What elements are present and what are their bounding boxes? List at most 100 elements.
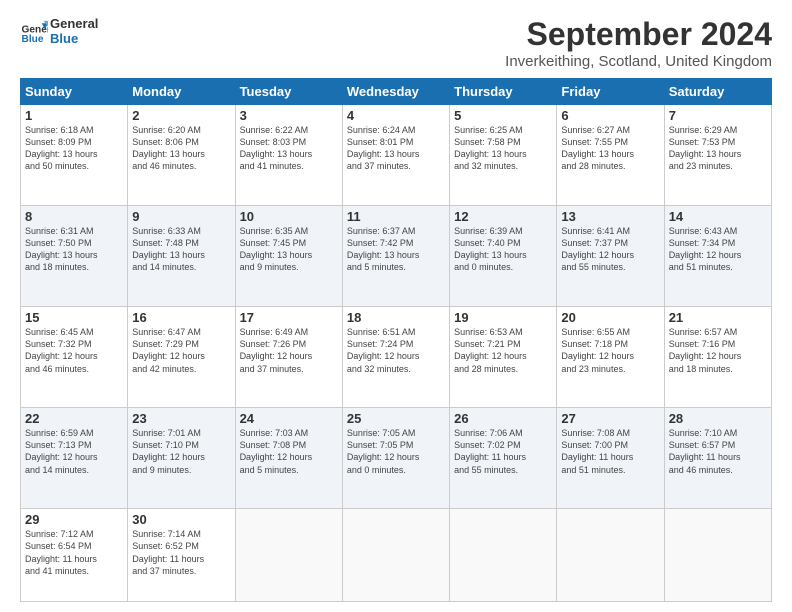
- subtitle: Inverkeithing, Scotland, United Kingdom: [505, 53, 772, 70]
- day-number: 7: [669, 108, 767, 123]
- main-title: September 2024: [505, 16, 772, 53]
- day-number: 23: [132, 411, 230, 426]
- day-info: Sunrise: 6:57 AM Sunset: 7:16 PM Dayligh…: [669, 326, 767, 375]
- day-info: Sunrise: 6:37 AM Sunset: 7:42 PM Dayligh…: [347, 225, 445, 274]
- day-info: Sunrise: 6:47 AM Sunset: 7:29 PM Dayligh…: [132, 326, 230, 375]
- day-info: Sunrise: 6:35 AM Sunset: 7:45 PM Dayligh…: [240, 225, 338, 274]
- calendar-cell: 4Sunrise: 6:24 AM Sunset: 8:01 PM Daylig…: [342, 105, 449, 206]
- day-number: 19: [454, 310, 552, 325]
- logo: General Blue General Blue: [20, 16, 98, 46]
- calendar-cell: [557, 509, 664, 602]
- calendar-cell: [342, 509, 449, 602]
- day-info: Sunrise: 7:03 AM Sunset: 7:08 PM Dayligh…: [240, 427, 338, 476]
- day-info: Sunrise: 7:08 AM Sunset: 7:00 PM Dayligh…: [561, 427, 659, 476]
- day-number: 27: [561, 411, 659, 426]
- calendar-cell: 1Sunrise: 6:18 AM Sunset: 8:09 PM Daylig…: [21, 105, 128, 206]
- calendar-cell: 17Sunrise: 6:49 AM Sunset: 7:26 PM Dayli…: [235, 307, 342, 408]
- calendar-cell: 25Sunrise: 7:05 AM Sunset: 7:05 PM Dayli…: [342, 408, 449, 509]
- day-number: 8: [25, 209, 123, 224]
- calendar-cell: 10Sunrise: 6:35 AM Sunset: 7:45 PM Dayli…: [235, 206, 342, 307]
- day-info: Sunrise: 6:43 AM Sunset: 7:34 PM Dayligh…: [669, 225, 767, 274]
- day-number: 24: [240, 411, 338, 426]
- calendar-table: SundayMondayTuesdayWednesdayThursdayFrid…: [20, 78, 772, 602]
- day-info: Sunrise: 6:41 AM Sunset: 7:37 PM Dayligh…: [561, 225, 659, 274]
- day-info: Sunrise: 6:27 AM Sunset: 7:55 PM Dayligh…: [561, 124, 659, 173]
- day-info: Sunrise: 6:33 AM Sunset: 7:48 PM Dayligh…: [132, 225, 230, 274]
- day-info: Sunrise: 6:55 AM Sunset: 7:18 PM Dayligh…: [561, 326, 659, 375]
- weekday-header-monday: Monday: [128, 79, 235, 105]
- day-number: 17: [240, 310, 338, 325]
- logo-icon: General Blue: [20, 17, 48, 45]
- day-number: 20: [561, 310, 659, 325]
- calendar-cell: 20Sunrise: 6:55 AM Sunset: 7:18 PM Dayli…: [557, 307, 664, 408]
- calendar-cell: 27Sunrise: 7:08 AM Sunset: 7:00 PM Dayli…: [557, 408, 664, 509]
- day-info: Sunrise: 7:05 AM Sunset: 7:05 PM Dayligh…: [347, 427, 445, 476]
- day-number: 15: [25, 310, 123, 325]
- calendar-cell: 14Sunrise: 6:43 AM Sunset: 7:34 PM Dayli…: [664, 206, 771, 307]
- day-number: 9: [132, 209, 230, 224]
- day-number: 4: [347, 108, 445, 123]
- weekday-header-saturday: Saturday: [664, 79, 771, 105]
- day-info: Sunrise: 6:39 AM Sunset: 7:40 PM Dayligh…: [454, 225, 552, 274]
- page: General Blue General Blue September 2024…: [0, 0, 792, 612]
- day-number: 16: [132, 310, 230, 325]
- day-info: Sunrise: 7:14 AM Sunset: 6:52 PM Dayligh…: [132, 528, 230, 577]
- calendar-cell: 28Sunrise: 7:10 AM Sunset: 6:57 PM Dayli…: [664, 408, 771, 509]
- day-number: 18: [347, 310, 445, 325]
- day-info: Sunrise: 7:06 AM Sunset: 7:02 PM Dayligh…: [454, 427, 552, 476]
- calendar-cell: 29Sunrise: 7:12 AM Sunset: 6:54 PM Dayli…: [21, 509, 128, 602]
- calendar-cell: 11Sunrise: 6:37 AM Sunset: 7:42 PM Dayli…: [342, 206, 449, 307]
- calendar-cell: 13Sunrise: 6:41 AM Sunset: 7:37 PM Dayli…: [557, 206, 664, 307]
- calendar-cell: 18Sunrise: 6:51 AM Sunset: 7:24 PM Dayli…: [342, 307, 449, 408]
- calendar-cell: 16Sunrise: 6:47 AM Sunset: 7:29 PM Dayli…: [128, 307, 235, 408]
- svg-text:Blue: Blue: [22, 34, 44, 45]
- header: General Blue General Blue September 2024…: [20, 16, 772, 70]
- calendar-cell: 30Sunrise: 7:14 AM Sunset: 6:52 PM Dayli…: [128, 509, 235, 602]
- calendar-cell: 26Sunrise: 7:06 AM Sunset: 7:02 PM Dayli…: [450, 408, 557, 509]
- calendar-cell: [235, 509, 342, 602]
- calendar-cell: 8Sunrise: 6:31 AM Sunset: 7:50 PM Daylig…: [21, 206, 128, 307]
- day-info: Sunrise: 6:24 AM Sunset: 8:01 PM Dayligh…: [347, 124, 445, 173]
- calendar-cell: 19Sunrise: 6:53 AM Sunset: 7:21 PM Dayli…: [450, 307, 557, 408]
- calendar-cell: [664, 509, 771, 602]
- calendar-cell: 15Sunrise: 6:45 AM Sunset: 7:32 PM Dayli…: [21, 307, 128, 408]
- day-number: 5: [454, 108, 552, 123]
- day-number: 30: [132, 512, 230, 527]
- day-number: 22: [25, 411, 123, 426]
- calendar-cell: 3Sunrise: 6:22 AM Sunset: 8:03 PM Daylig…: [235, 105, 342, 206]
- day-number: 1: [25, 108, 123, 123]
- day-info: Sunrise: 7:10 AM Sunset: 6:57 PM Dayligh…: [669, 427, 767, 476]
- title-block: September 2024 Inverkeithing, Scotland, …: [505, 16, 772, 70]
- weekday-header-sunday: Sunday: [21, 79, 128, 105]
- day-info: Sunrise: 6:59 AM Sunset: 7:13 PM Dayligh…: [25, 427, 123, 476]
- calendar-cell: 21Sunrise: 6:57 AM Sunset: 7:16 PM Dayli…: [664, 307, 771, 408]
- calendar-cell: 22Sunrise: 6:59 AM Sunset: 7:13 PM Dayli…: [21, 408, 128, 509]
- calendar-cell: 12Sunrise: 6:39 AM Sunset: 7:40 PM Dayli…: [450, 206, 557, 307]
- weekday-header-thursday: Thursday: [450, 79, 557, 105]
- day-info: Sunrise: 6:53 AM Sunset: 7:21 PM Dayligh…: [454, 326, 552, 375]
- day-info: Sunrise: 6:31 AM Sunset: 7:50 PM Dayligh…: [25, 225, 123, 274]
- day-info: Sunrise: 7:12 AM Sunset: 6:54 PM Dayligh…: [25, 528, 123, 577]
- day-number: 26: [454, 411, 552, 426]
- weekday-header-wednesday: Wednesday: [342, 79, 449, 105]
- day-info: Sunrise: 6:20 AM Sunset: 8:06 PM Dayligh…: [132, 124, 230, 173]
- day-number: 11: [347, 209, 445, 224]
- weekday-header-friday: Friday: [557, 79, 664, 105]
- day-number: 12: [454, 209, 552, 224]
- day-number: 2: [132, 108, 230, 123]
- calendar-cell: 7Sunrise: 6:29 AM Sunset: 7:53 PM Daylig…: [664, 105, 771, 206]
- day-info: Sunrise: 6:25 AM Sunset: 7:58 PM Dayligh…: [454, 124, 552, 173]
- calendar-cell: 9Sunrise: 6:33 AM Sunset: 7:48 PM Daylig…: [128, 206, 235, 307]
- day-number: 10: [240, 209, 338, 224]
- calendar-header-row: SundayMondayTuesdayWednesdayThursdayFrid…: [21, 79, 772, 105]
- day-info: Sunrise: 6:22 AM Sunset: 8:03 PM Dayligh…: [240, 124, 338, 173]
- day-info: Sunrise: 6:51 AM Sunset: 7:24 PM Dayligh…: [347, 326, 445, 375]
- calendar-cell: 5Sunrise: 6:25 AM Sunset: 7:58 PM Daylig…: [450, 105, 557, 206]
- day-info: Sunrise: 7:01 AM Sunset: 7:10 PM Dayligh…: [132, 427, 230, 476]
- day-number: 13: [561, 209, 659, 224]
- weekday-header-tuesday: Tuesday: [235, 79, 342, 105]
- day-number: 3: [240, 108, 338, 123]
- calendar-cell: 6Sunrise: 6:27 AM Sunset: 7:55 PM Daylig…: [557, 105, 664, 206]
- calendar-cell: 23Sunrise: 7:01 AM Sunset: 7:10 PM Dayli…: [128, 408, 235, 509]
- calendar-cell: 24Sunrise: 7:03 AM Sunset: 7:08 PM Dayli…: [235, 408, 342, 509]
